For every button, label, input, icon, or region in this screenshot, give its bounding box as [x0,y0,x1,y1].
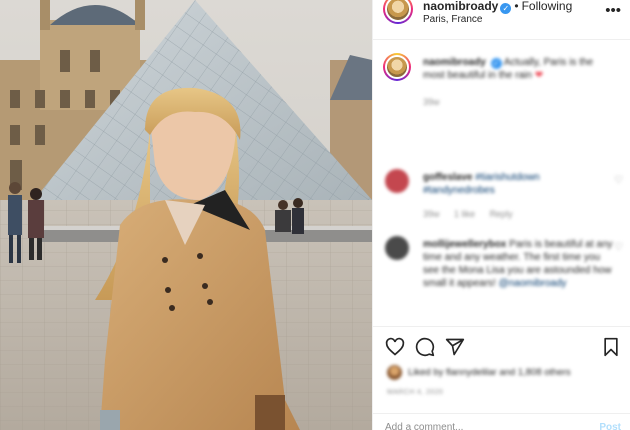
comment-meta: 39w 1 like Reply [423,209,525,219]
heart-icon[interactable] [385,337,405,357]
comment-mention[interactable]: @naomibroady [499,278,567,289]
comment-username[interactable]: goffeslave [423,172,472,183]
comment-username[interactable]: mollijewellerybox [423,239,506,250]
post-location[interactable]: Paris, France [423,14,482,25]
post-actions: Liked by flannydelilar and 1,808 others … [373,326,630,430]
bookmark-icon[interactable] [601,337,621,357]
liked-by-row[interactable]: Liked by flannydelilar and 1,808 others [383,365,623,381]
comments-section[interactable]: naomibroady ✓ Actually, Paris is the mos… [373,41,630,326]
caption-meta: 39w [423,97,452,107]
header-user-line: naomibroady ✓ • Following [423,0,572,14]
comment-text-block: mollijewellerybox Paris is beautiful at … [423,238,613,290]
comment-like-heart-icon[interactable]: ♡ [614,242,623,253]
following-button[interactable]: Following [522,0,573,13]
caption-time[interactable]: 39w [423,97,440,107]
post-side-panel: naomibroady ✓ • Following Paris, France •••… [372,0,630,430]
caption-text-block: naomibroady ✓ Actually, Paris is the mos… [423,56,613,82]
post-comment-button[interactable]: Post [599,422,621,430]
author-username[interactable]: naomibroady [423,0,498,13]
louvre-photo-illustration [0,0,372,430]
author-avatar[interactable] [383,0,413,24]
commenter-avatar[interactable] [385,236,409,260]
liker-avatar [387,365,402,380]
liked-by-text[interactable]: Liked by flannydelilar and 1,808 others [408,367,571,378]
comment-text-block: goffeslave #tiarishutdown #tandynedrobes [423,171,613,197]
commenter-avatar[interactable] [385,169,409,193]
comment-icon[interactable] [415,337,435,357]
separator: • [514,0,519,13]
reply-button[interactable]: Reply [490,209,513,219]
comment-time[interactable]: 39w [423,209,440,219]
share-icon[interactable] [445,337,465,357]
comment-like-heart-icon[interactable]: ♡ [614,175,623,186]
verified-badge-icon: ✓ [490,58,502,69]
add-comment-input[interactable] [385,422,575,430]
comment-likes[interactable]: 1 like [454,209,475,219]
red-heart-emoji: ❤ [534,70,544,81]
add-comment-bar: Post [373,413,630,430]
more-options-icon[interactable]: ••• [605,2,621,19]
post-date[interactable]: MARCH 4, 2020 [387,389,443,396]
post-photo[interactable] [0,0,372,430]
caption-avatar[interactable] [383,53,411,81]
caption-username[interactable]: naomibroady [423,57,486,68]
verified-badge-icon: ✓ [500,3,512,14]
post-header: naomibroady ✓ • Following Paris, France ••• [373,0,630,40]
action-bar [383,337,623,359]
